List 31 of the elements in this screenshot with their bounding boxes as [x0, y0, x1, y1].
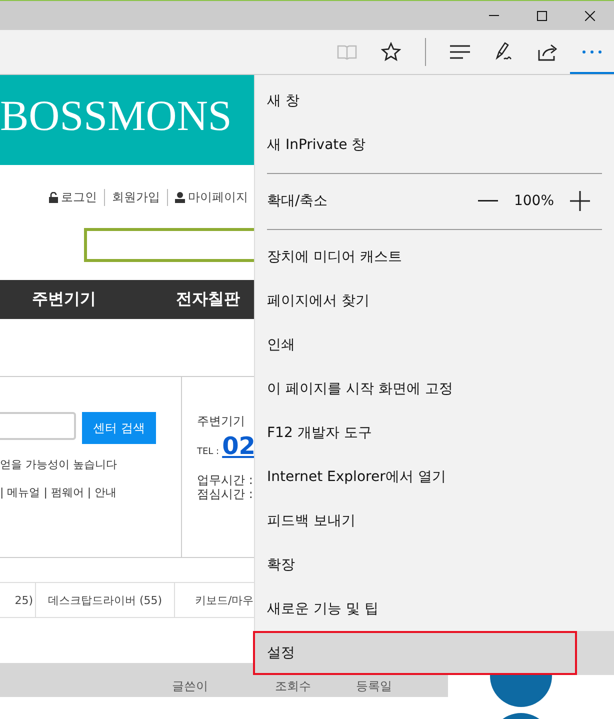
menu-item[interactable]: 새로운 기능 및 팁 — [253, 587, 577, 631]
menu-item[interactable]: 장치에 미디어 캐스트 — [253, 235, 577, 279]
column-header: 글쓴이 — [172, 679, 208, 693]
category-tab[interactable]: 데스크탑드라이버 (55) — [36, 583, 175, 617]
nav-item[interactable]: 전자칠판 — [176, 289, 240, 310]
header-link[interactable]: 회원가입 — [105, 188, 168, 206]
menu-item[interactable]: 피드백 보내기 — [253, 499, 577, 543]
menu-item[interactable]: 설정 — [253, 631, 577, 675]
menu-item[interactable]: F12 개발자 도구 — [253, 411, 577, 455]
menu-item[interactable]: 인쇄 — [253, 323, 577, 367]
menu-item[interactable]: 확장 — [253, 543, 577, 587]
menu-item[interactable]: 이 페이지를 시작 화면에 고정 — [253, 367, 577, 411]
tel-label: TEL : — [197, 447, 220, 457]
menu-item[interactable]: 페이지에서 찾기 — [253, 279, 577, 323]
column-header: 조회수 — [275, 679, 311, 693]
menu-item[interactable]: Internet Explorer에서 열기 — [253, 455, 577, 499]
category-tab[interactable]: 25) — [0, 583, 36, 617]
column-header: 등록일 — [356, 679, 392, 693]
hours-text: 점심시간 : — [197, 487, 254, 501]
hours-text: 업무시간 : — [197, 473, 254, 487]
header-link[interactable]: 로그인 — [42, 188, 105, 206]
contact-title: 주변기기 — [197, 413, 246, 430]
zoom-label: 확대/축소 — [267, 192, 329, 210]
menu-item[interactable]: 새 창 — [253, 79, 577, 123]
hint-text: 얻을 가능성이 높습니다 — [0, 457, 118, 472]
zoom-value: 100% — [514, 193, 554, 209]
help-links[interactable]: | 메뉴얼 | 펌웨어 | 안내 — [0, 485, 181, 500]
site-logo: BOSSMONS — [0, 95, 232, 138]
phone-number[interactable]: 02 — [222, 432, 256, 460]
menu-item[interactable]: 새 InPrivate 창 — [253, 123, 577, 167]
nav-item[interactable]: 주변기기 — [32, 289, 96, 310]
